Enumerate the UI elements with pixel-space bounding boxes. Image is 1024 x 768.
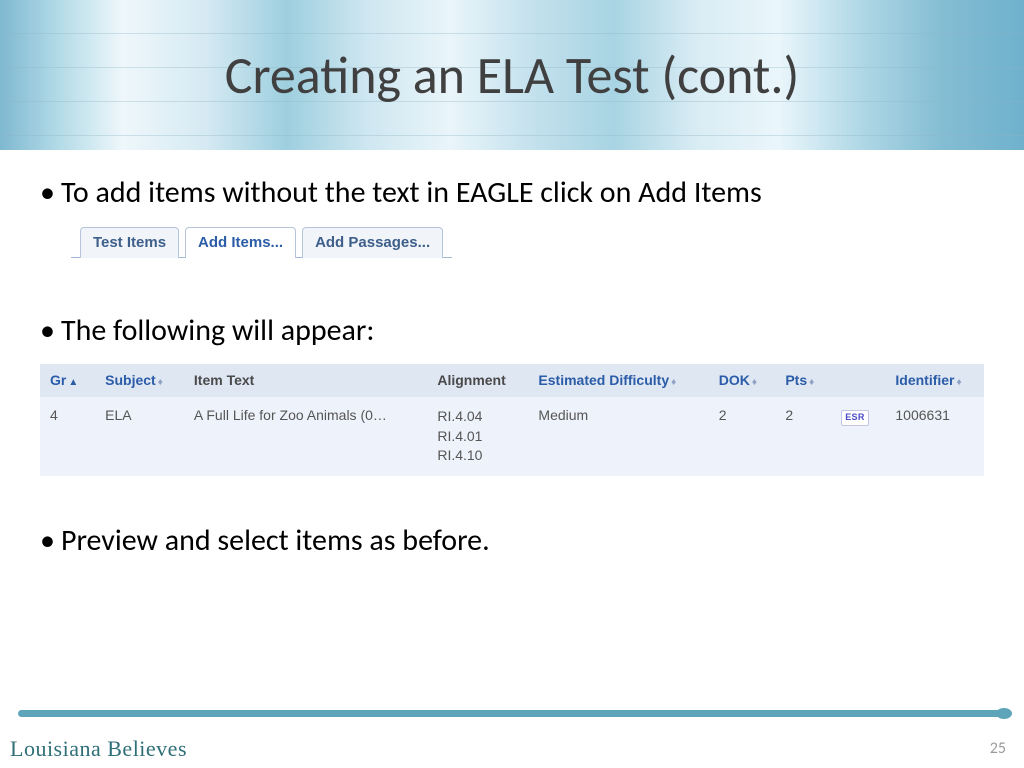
bullet-3-content: Preview and select items as before. — [61, 522, 490, 560]
col-pts[interactable]: Pts♦ — [775, 364, 831, 398]
sort-icon: ♦ — [752, 377, 757, 388]
sort-icon: ♦ — [957, 377, 962, 388]
page-number: 25 — [990, 739, 1006, 758]
table-header-row: Gr▲ Subject♦ Item Text Alignment Estimat… — [40, 364, 984, 398]
col-alignment[interactable]: Alignment — [427, 364, 528, 398]
bullet-2: • The following will appear: — [40, 312, 984, 350]
sort-icon: ♦ — [671, 377, 676, 388]
sort-icon: ♦ — [158, 377, 163, 388]
bullet-dot-icon: • — [40, 522, 55, 560]
col-subject[interactable]: Subject♦ — [95, 364, 184, 398]
tab-strip: Test Items Add Items... Add Passages... — [71, 223, 452, 258]
footer-rule — [18, 710, 1006, 717]
col-item-text[interactable]: Item Text — [184, 364, 427, 398]
col-gr[interactable]: Gr▲ — [40, 364, 95, 398]
footer-brand: Louisiana Believes — [10, 736, 187, 762]
slide-body: • To add items without the text in EAGLE… — [0, 150, 1024, 560]
tab-add-passages[interactable]: Add Passages... — [302, 227, 443, 259]
slide-header: Creating an ELA Test (cont.) — [0, 0, 1024, 150]
items-table: Gr▲ Subject♦ Item Text Alignment Estimat… — [40, 364, 984, 476]
tab-add-items[interactable]: Add Items... — [185, 227, 296, 259]
bullet-3: • Preview and select items as before. — [40, 522, 984, 560]
tab-test-items[interactable]: Test Items — [80, 227, 179, 259]
slide-footer: Louisiana Believes 25 — [0, 700, 1024, 768]
col-dok[interactable]: DOK♦ — [709, 364, 776, 398]
cell-est-diff: Medium — [528, 397, 708, 476]
bullet-1: • To add items without the text in EAGLE… — [40, 174, 984, 258]
cell-item-text: A Full Life for Zoo Animals (0… — [184, 397, 427, 476]
cell-subject: ELA — [95, 397, 184, 476]
slide-title: Creating an ELA Test (cont.) — [0, 0, 1024, 150]
bullet-1-text: To add items without the text in EAGLE c… — [61, 174, 984, 258]
cell-gr: 4 — [40, 397, 95, 476]
bullet-dot-icon: • — [40, 312, 55, 350]
cell-badge: ESR — [831, 397, 885, 476]
cell-identifier: 1006631 — [885, 397, 984, 476]
col-identifier[interactable]: Identifier♦ — [885, 364, 984, 398]
col-est-diff[interactable]: Estimated Difficulty♦ — [528, 364, 708, 398]
sort-icon: ♦ — [809, 377, 814, 388]
sort-asc-icon: ▲ — [68, 377, 78, 388]
cell-dok: 2 — [709, 397, 776, 476]
col-badge — [831, 364, 885, 398]
table-row[interactable]: 4 ELA A Full Life for Zoo Animals (0… RI… — [40, 397, 984, 476]
cell-alignment: RI.4.04 RI.4.01 RI.4.10 — [427, 397, 528, 476]
esr-badge-icon: ESR — [841, 410, 868, 425]
bullet-1-content: To add items without the text in EAGLE c… — [61, 174, 762, 211]
cell-pts: 2 — [775, 397, 831, 476]
bullet-2-content: The following will appear: — [61, 312, 374, 350]
bullet-dot-icon: • — [40, 174, 55, 258]
